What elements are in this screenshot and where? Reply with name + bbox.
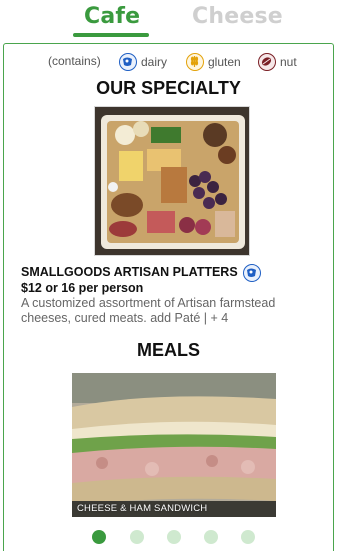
sandwich-caption: CHEESE & HAM SANDWICH	[77, 503, 208, 514]
carousel-dot-3[interactable]	[167, 530, 181, 544]
allergen-prefix: (contains)	[48, 53, 101, 69]
gluten-icon	[186, 53, 204, 71]
tab-cafe[interactable]: Cafe	[84, 4, 140, 29]
specialty-heading: OUR SPECIALTY	[96, 78, 241, 98]
dairy-icon	[243, 264, 261, 282]
nut-icon	[258, 53, 276, 71]
sandwich-photo[interactable]	[72, 373, 276, 517]
meals-heading: MEALS	[137, 340, 200, 360]
active-tab-indicator	[73, 33, 149, 37]
carousel-dot-4[interactable]	[204, 530, 218, 544]
allergen-dairy: dairy	[119, 53, 167, 71]
allergen-nut-label: nut	[280, 55, 297, 69]
platter-photo[interactable]	[94, 106, 250, 256]
carousel-dot-5[interactable]	[241, 530, 255, 544]
allergen-legend: (contains) dairy gluten nut	[0, 53, 337, 73]
tab-cheese[interactable]: Cheese	[192, 4, 283, 29]
item-title: SMALLGOODS ARTISAN PLATTERS	[21, 265, 238, 279]
carousel-dots	[0, 530, 337, 546]
allergen-gluten-label: gluten	[208, 55, 241, 69]
tab-bar: Cafe Cheese	[0, 0, 337, 40]
item-description: A customized assortment of Artisan farms…	[21, 296, 276, 325]
dairy-icon	[119, 53, 137, 71]
carousel-dot-2[interactable]	[130, 530, 144, 544]
allergen-gluten: gluten	[186, 53, 241, 71]
item-price: $12 or 16 per person	[21, 281, 144, 295]
allergen-dairy-label: dairy	[141, 55, 168, 69]
allergen-nut: nut	[258, 53, 297, 71]
allergen-prefix-label: (contains)	[48, 54, 101, 68]
carousel-dot-1[interactable]	[92, 530, 106, 544]
